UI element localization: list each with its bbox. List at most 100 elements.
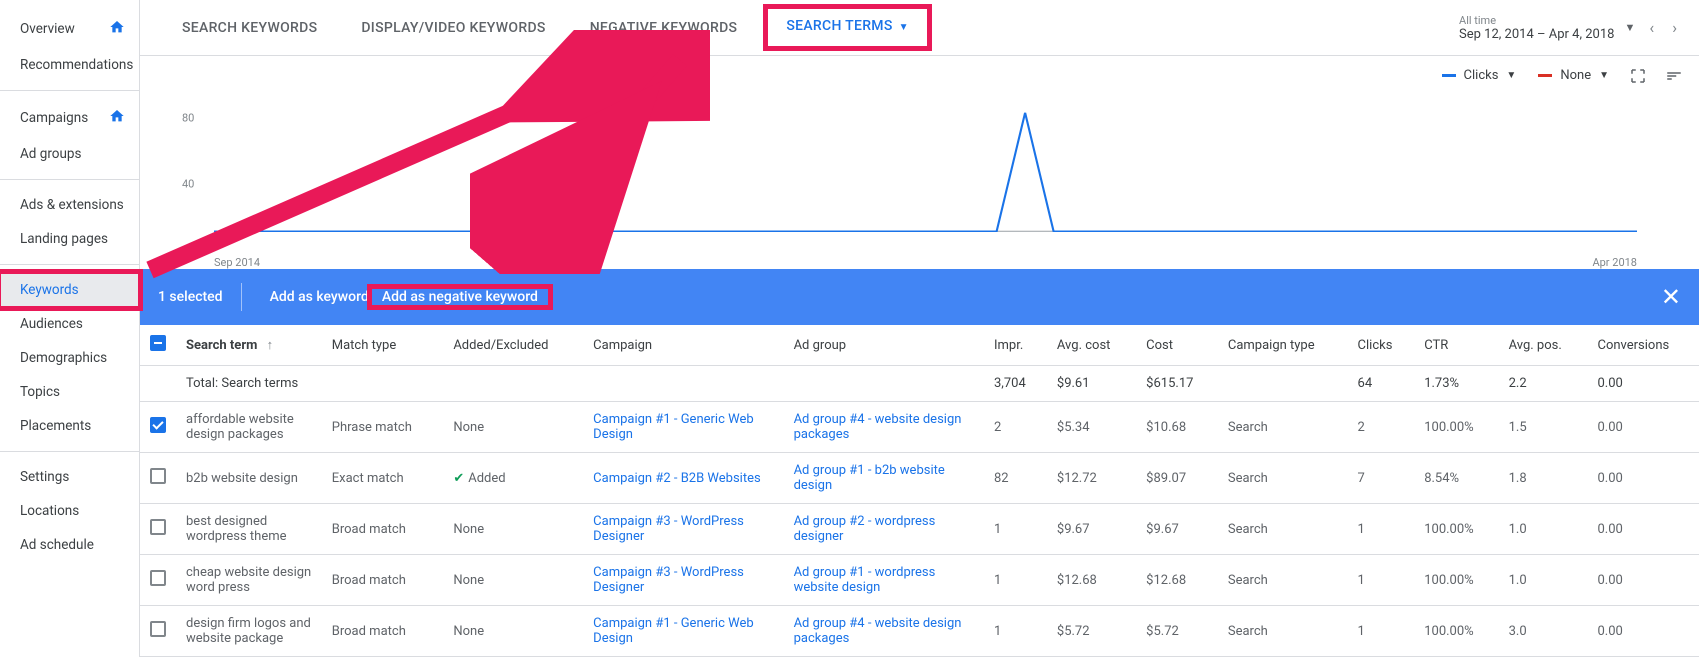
metric-1-picker[interactable]: Clicks ▼ [1440, 66, 1519, 85]
row-checkbox[interactable] [150, 621, 166, 637]
add-as-negative-keyword-button[interactable]: Add as negative keyword [367, 284, 553, 310]
sidebar-item-recommendations[interactable]: Recommendations [0, 48, 139, 82]
col-ctr[interactable]: CTR [1414, 325, 1498, 366]
cell-adgroup-link[interactable]: Ad group #2 - wordpress designer [784, 504, 984, 555]
y-tick: 80 [182, 111, 194, 124]
metric-2-picker[interactable]: None ▼ [1536, 66, 1611, 85]
sidebar-item-settings[interactable]: Settings [0, 460, 139, 494]
expand-icon[interactable] [1629, 67, 1647, 85]
sidebar-item-campaigns[interactable]: Campaigns [0, 99, 139, 137]
cell-campaign-link[interactable]: Campaign #1 - Generic Web Design [583, 402, 783, 453]
sidebar-item-overview[interactable]: Overview [0, 10, 139, 48]
row-checkbox[interactable] [150, 468, 166, 484]
close-icon[interactable]: ✕ [1661, 283, 1681, 311]
clicks-swatch [1442, 74, 1456, 77]
tab-negative-keywords[interactable]: NEGATIVE KEYWORDS [568, 2, 760, 54]
col-avg-pos[interactable]: Avg. pos. [1499, 325, 1588, 366]
sidebar-item-demographics[interactable]: Demographics [0, 341, 139, 375]
col-ad-group[interactable]: Ad group [784, 325, 984, 366]
sidebar-item-ads-extensions[interactable]: Ads & extensions [0, 188, 139, 222]
cell-conv: 0.00 [1587, 402, 1699, 453]
cell-cost: $5.72 [1136, 606, 1218, 657]
divider [241, 283, 242, 311]
cell-adgroup-link[interactable]: Ad group #1 - b2b website design [784, 453, 984, 504]
cell-ctr: 100.00% [1414, 555, 1498, 606]
col-conversions[interactable]: Conversions [1587, 325, 1699, 366]
cell-clicks: 7 [1348, 453, 1415, 504]
chart-canvas [214, 89, 1637, 247]
row-checkbox[interactable] [150, 519, 166, 535]
sidebar-item-label: Keywords [20, 282, 79, 298]
sidebar-item-label: Ad schedule [20, 537, 94, 553]
cell-match-type: Broad match [322, 555, 444, 606]
col-added-excluded[interactable]: Added/Excluded [443, 325, 583, 366]
cell-cost: $89.07 [1136, 453, 1218, 504]
cell-campaign-link[interactable]: Campaign #3 - WordPress Designer [583, 555, 783, 606]
cell-search-term: b2b website design [176, 453, 322, 504]
cell-cost: $9.67 [1136, 504, 1218, 555]
col-match-type[interactable]: Match type [322, 325, 444, 366]
cell-impr: 2 [984, 402, 1047, 453]
table-row: cheap website design word pressBroad mat… [140, 555, 1699, 606]
prev-period-button[interactable]: ‹ [1645, 14, 1658, 41]
cell-adgroup-link[interactable]: Ad group #1 - wordpress website design [784, 555, 984, 606]
main-panel: SEARCH KEYWORDS DISPLAY/VIDEO KEYWORDS NEG… [140, 0, 1699, 657]
sidebar-item-topics[interactable]: Topics [0, 375, 139, 409]
col-search-term[interactable]: Search term ↑ [176, 325, 322, 366]
cell-campaign-link[interactable]: Campaign #2 - B2B Websites [583, 453, 783, 504]
cell-impr: 82 [984, 453, 1047, 504]
metric-1-label: Clicks [1464, 68, 1499, 83]
tab-label: DISPLAY/VIDEO KEYWORDS [361, 20, 545, 36]
sidebar-item-ad-groups[interactable]: Ad groups [0, 137, 139, 171]
tab-search-keywords[interactable]: SEARCH KEYWORDS [160, 2, 339, 54]
cell-adgroup-link[interactable]: Ad group #4 - website design packages [784, 402, 984, 453]
date-range-label: All time [1459, 14, 1614, 27]
sidebar-item-ad-schedule[interactable]: Ad schedule [0, 528, 139, 562]
row-checkbox[interactable] [150, 417, 166, 433]
sidebar-item-audiences[interactable]: Audiences [0, 307, 139, 341]
caret-down-icon: ▼ [1599, 70, 1609, 81]
cell-campaign-link[interactable]: Campaign #1 - Generic Web Design [583, 606, 783, 657]
cell-match-type: Phrase match [322, 402, 444, 453]
date-range-value: Sep 12, 2014 – Apr 4, 2018 [1459, 27, 1614, 42]
cell-clicks: 1 [1348, 606, 1415, 657]
date-range-picker[interactable]: All time Sep 12, 2014 – Apr 4, 2018 ▼ ‹ … [1459, 14, 1681, 42]
cell-match-type: Broad match [322, 606, 444, 657]
tune-icon[interactable] [1665, 67, 1683, 85]
sidebar-item-keywords[interactable]: Keywords [0, 273, 139, 307]
cell-cost: $12.68 [1136, 555, 1218, 606]
col-campaign[interactable]: Campaign [583, 325, 783, 366]
cell-search-term: cheap website design word press [176, 555, 322, 606]
cell-added: None [443, 606, 583, 657]
sidebar-item-label: Overview [20, 21, 75, 37]
select-all-checkbox[interactable] [150, 335, 166, 351]
cell-avg_pos: 1.5 [1499, 402, 1588, 453]
none-swatch [1538, 74, 1552, 77]
col-clicks[interactable]: Clicks [1348, 325, 1415, 366]
cell-added: None [443, 504, 583, 555]
cell-avg_cost: $9.67 [1047, 504, 1136, 555]
sidebar-item-label: Campaigns [20, 110, 88, 126]
col-cost[interactable]: Cost [1136, 325, 1218, 366]
caret-down-icon: ▼ [1506, 70, 1516, 81]
next-period-button[interactable]: › [1668, 14, 1681, 41]
cell-adgroup-link[interactable]: Ad group #4 - website design packages [784, 606, 984, 657]
sidebar-item-landing-pages[interactable]: Landing pages [0, 222, 139, 256]
add-as-keyword-button[interactable]: Add as keyword [260, 289, 379, 305]
cell-impr: 1 [984, 606, 1047, 657]
tab-display-video-keywords[interactable]: DISPLAY/VIDEO KEYWORDS [339, 2, 567, 54]
col-impr[interactable]: Impr. [984, 325, 1047, 366]
cell-clicks: 1 [1348, 504, 1415, 555]
total-row: Total: Search terms 3,704 $9.61 $615.17 … [140, 366, 1699, 402]
col-avg-cost[interactable]: Avg. cost [1047, 325, 1136, 366]
caret-down-icon: ▼ [1624, 21, 1635, 34]
cell-campaign-type: Search [1218, 453, 1348, 504]
sidebar-item-placements[interactable]: Placements [0, 409, 139, 443]
col-campaign-type[interactable]: Campaign type [1218, 325, 1348, 366]
cell-impr: 1 [984, 555, 1047, 606]
cell-search-term: design firm logos and website package [176, 606, 322, 657]
cell-campaign-link[interactable]: Campaign #3 - WordPress Designer [583, 504, 783, 555]
tab-search-terms[interactable]: SEARCH TERMS▼ [763, 4, 931, 51]
sidebar-item-locations[interactable]: Locations [0, 494, 139, 528]
row-checkbox[interactable] [150, 570, 166, 586]
